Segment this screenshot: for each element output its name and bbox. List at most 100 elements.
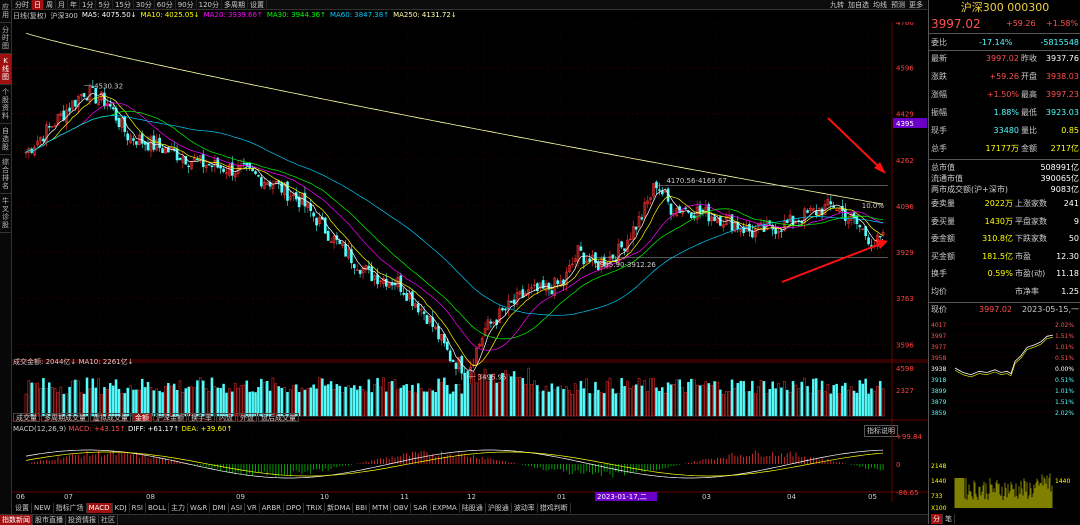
volume-bar (692, 379, 696, 417)
period-tab-9[interactable]: 60分 (155, 0, 176, 10)
candle-body (489, 321, 493, 324)
right-bottom-tab-1[interactable]: 笔 (943, 514, 955, 524)
volume-bar (187, 386, 190, 417)
indicator-tab-6[interactable]: BOLL (146, 503, 169, 513)
volume-bar (422, 391, 426, 417)
volume-bar (94, 387, 97, 417)
quote-value: 3923.03 (1045, 108, 1079, 117)
volume-bar (350, 387, 353, 417)
volume-bar (271, 377, 275, 417)
indicator-tab-16[interactable]: BBI (353, 503, 371, 513)
bottom-tab-2[interactable]: 投资情报 (66, 514, 99, 525)
sidebar-item-4[interactable]: 自选股 (0, 124, 11, 155)
volume-bar (155, 388, 159, 417)
volume-subtab-4[interactable]: 沪深金额 (153, 413, 187, 422)
sidebar-item-5[interactable]: 综合排名 (0, 155, 11, 194)
volume-bar (344, 386, 347, 417)
volume-bar (353, 385, 356, 417)
volume-bar (190, 386, 193, 417)
indicator-tab-24[interactable]: 猎鸡判断 (538, 503, 571, 513)
tool-button-3[interactable]: 预测 (889, 0, 907, 10)
volume-bar (129, 385, 132, 417)
indicator-tab-5[interactable]: RSI (130, 503, 146, 513)
volume-bar (457, 384, 461, 417)
volume-bar (620, 378, 623, 417)
indicator-tab-18[interactable]: OBV (391, 503, 412, 513)
period-tab-7[interactable]: 15分 (113, 0, 134, 10)
ma250-line (25, 32, 884, 205)
period-tab-5[interactable]: 1分 (80, 0, 97, 10)
indicator-tab-23[interactable]: 波动率 (512, 503, 538, 513)
volume-bar (568, 390, 571, 417)
indicator-tab-7[interactable]: 主力 (169, 503, 188, 513)
indicator-tab-19[interactable]: SAR (411, 503, 431, 513)
volume-subtab-7[interactable]: 外盘 (237, 413, 257, 422)
indicator-tab-1[interactable]: NEW (32, 503, 54, 513)
sidebar-item-1[interactable]: 分时图 (0, 23, 11, 54)
sidebar-item-6[interactable]: 牛叉诊股 (0, 194, 11, 233)
period-tab-1[interactable]: 日 (32, 0, 44, 10)
candle-body (588, 258, 591, 262)
volume-bar (425, 391, 429, 417)
kline-chart[interactable]: 4530.32 3495.95 4170.56-4169.67 3905.90-391… (12, 22, 928, 514)
macd-axis-label: 0 (896, 461, 900, 469)
indicator-tab-17[interactable]: MTM (370, 503, 392, 513)
tool-button-1[interactable]: 加自选 (846, 0, 871, 10)
bottom-tab-0[interactable]: 指数新闻 (0, 514, 33, 525)
period-tab-11[interactable]: 120分 (197, 0, 222, 10)
right-bottom-tab-0[interactable]: 分 (931, 514, 943, 524)
sidebar-item-0[interactable]: 应用 (0, 0, 11, 23)
tool-button-0[interactable]: 九转 (828, 0, 846, 10)
mini-axis-label: 3938 (931, 366, 946, 373)
indicator-tab-10[interactable]: ASI (229, 503, 246, 513)
sidebar-item-3[interactable]: 个股资料 (0, 85, 11, 124)
price-annotation: 4530.32 (94, 83, 123, 91)
indicator-tab-0[interactable]: 设置 (13, 503, 32, 513)
period-tab-13[interactable]: 设置 (248, 0, 267, 10)
indicator-help-button[interactable]: 指标说明 (864, 425, 898, 437)
volume-bar (846, 389, 850, 417)
intraday-mini-chart[interactable]: 4017 2.02% 3997 1.51% 3977 1.01% 3958 0.51% 3938… (929, 318, 1080, 514)
date-axis-label: 11 (400, 493, 409, 501)
volume-bar (59, 386, 63, 417)
volume-subtab-1[interactable]: 多周期成交量 (41, 413, 89, 422)
indicator-tab-15[interactable]: 新DMA (325, 503, 354, 513)
bottom-tab-3[interactable]: 社区 (99, 514, 118, 525)
tool-button-2[interactable]: 均线 (871, 0, 889, 10)
weibi-row: 委比 -17.14% -5815548 (931, 36, 1079, 49)
indicator-tab-21[interactable]: 陆股通 (460, 503, 486, 513)
tool-button-4[interactable]: 更多 (907, 0, 925, 10)
period-tab-4[interactable]: 年 (68, 0, 80, 10)
period-tab-6[interactable]: 5分 (96, 0, 113, 10)
volume-subtab-8[interactable]: 盘后成交量 (258, 413, 299, 422)
indicator-tab-11[interactable]: VR (245, 503, 260, 513)
indicator-tab-8[interactable]: W&R (188, 503, 211, 513)
period-tab-2[interactable]: 周 (44, 0, 56, 10)
volume-bar (742, 381, 745, 417)
volume-subtab-6[interactable]: 内盘 (216, 413, 236, 422)
sidebar-item-2[interactable]: K线图 (0, 54, 11, 85)
indicator-tab-13[interactable]: DPO (284, 503, 305, 513)
period-tab-10[interactable]: 90分 (176, 0, 197, 10)
period-tab-12[interactable]: 多周期 (222, 0, 248, 10)
indicator-tab-9[interactable]: DMI (210, 503, 229, 513)
volume-subtab-3[interactable]: 金额 (132, 413, 152, 422)
volume-bar (704, 381, 708, 417)
period-tab-0[interactable]: 分时 (13, 0, 32, 10)
period-tab-3[interactable]: 月 (56, 0, 68, 10)
volume-bar (184, 388, 188, 417)
bottom-tab-1[interactable]: 股市直播 (33, 514, 66, 525)
period-tab-8[interactable]: 30分 (134, 0, 155, 10)
indicator-tab-3[interactable]: MACD (86, 503, 113, 513)
indicator-tab-4[interactable]: KDJ (113, 503, 130, 513)
volume-bar (446, 385, 449, 417)
volume-subtab-2[interactable]: 虚拟成交量 (90, 413, 131, 422)
candle-body (402, 293, 406, 295)
indicator-tab-14[interactable]: TRIX (304, 503, 326, 513)
indicator-tab-20[interactable]: EXPMA (431, 503, 460, 513)
indicator-tab-2[interactable]: 指标广场 (54, 503, 87, 513)
volume-subtab-0[interactable]: 成交量 (13, 413, 40, 422)
indicator-tab-12[interactable]: ARBR (260, 503, 285, 513)
indicator-tab-22[interactable]: 沪股通 (486, 503, 512, 513)
volume-subtab-5[interactable]: 换手率 (188, 413, 215, 422)
